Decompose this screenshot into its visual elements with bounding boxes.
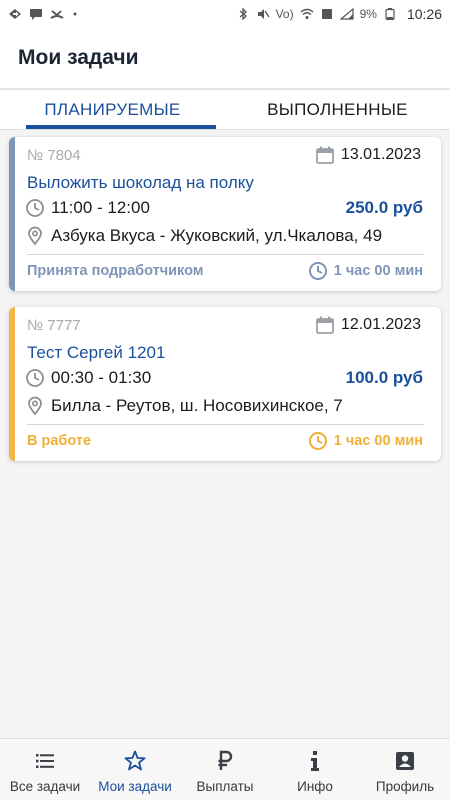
clock-time: 10:26	[406, 6, 442, 22]
task-price: 250.0 руб	[345, 198, 423, 217]
battery-icon	[383, 8, 397, 20]
task-time: 11:00 - 12:00	[51, 198, 150, 217]
bottom-navigation: Все задачи Мои задачи Выплаты Инфо Профи…	[0, 738, 450, 800]
task-number: № 7804	[27, 147, 81, 164]
ruble-icon	[213, 749, 237, 773]
task-time-row: 00:30 - 01:30 100.0 руб	[25, 368, 423, 388]
task-title: Выложить шоколад на полку	[27, 173, 254, 192]
notification-dot-icon	[71, 8, 85, 20]
nav-label: Мои задачи	[98, 779, 172, 794]
nav-label: Инфо	[297, 779, 333, 794]
list-icon	[33, 749, 57, 773]
task-address-row: Билла - Реутов, ш. Носовихинское, 7	[25, 396, 423, 416]
status-right-icons: Vo) 9% 10:26	[236, 6, 442, 22]
task-address-row: Азбука Вкуса - Жуковский, ул.Чкалова, 49	[25, 226, 423, 246]
location-pin-icon	[25, 396, 45, 416]
card-accent-bar	[9, 307, 15, 461]
nav-my-tasks[interactable]: Мои задачи	[90, 739, 180, 800]
message-icon	[29, 8, 43, 20]
nav-all-tasks[interactable]: Все задачи	[0, 739, 90, 800]
task-date-text: 12.01.2023	[340, 316, 421, 333]
nav-info[interactable]: Инфо	[270, 739, 360, 800]
status-left-icons	[8, 8, 85, 20]
task-date: 12.01.2023	[315, 315, 421, 335]
task-duration-text: 1 час 00 мин	[333, 263, 423, 279]
task-duration-text: 1 час 00 мин	[333, 433, 423, 449]
task-title: Тест Сергей 1201	[27, 343, 166, 362]
task-footer: В работе 1 час 00 мин	[27, 431, 423, 451]
volte-label: Vo)	[275, 7, 294, 21]
tab-completed[interactable]: ВЫПОЛНЕННЫЕ	[225, 90, 450, 129]
nav-profile[interactable]: Профиль	[360, 739, 450, 800]
wifi-icon	[300, 8, 314, 20]
task-date: 13.01.2023	[315, 145, 421, 165]
task-address: Азбука Вкуса - Жуковский, ул.Чкалова, 49	[51, 226, 383, 245]
profile-icon	[393, 749, 417, 773]
card-divider	[27, 254, 424, 255]
battery-percent: 9%	[359, 7, 377, 21]
task-time-row: 11:00 - 12:00 250.0 руб	[25, 198, 423, 218]
app-header: Мои задачи	[0, 28, 450, 88]
info-icon	[303, 749, 327, 773]
calendar-icon	[315, 145, 335, 165]
clock-icon	[25, 198, 45, 218]
task-price: 100.0 руб	[345, 368, 423, 387]
task-date-text: 13.01.2023	[340, 146, 421, 163]
task-time: 00:30 - 01:30	[51, 368, 152, 387]
nav-label: Выплаты	[196, 779, 254, 794]
signal-icon	[339, 8, 354, 20]
card-accent-bar	[9, 137, 15, 291]
task-tabs: ПЛАНИРУЕМЫЕ ВЫПОЛНЕННЫЕ	[0, 90, 450, 130]
task-status: Принята подработчиком	[27, 263, 204, 279]
status-bar: Vo) 9% 10:26	[0, 0, 450, 28]
missed-call-icon	[50, 8, 64, 20]
location-pin-icon	[25, 226, 45, 246]
calendar-icon	[315, 315, 335, 335]
navigation-arrow-icon	[8, 8, 22, 20]
nav-payments[interactable]: Выплаты	[180, 739, 270, 800]
task-number: № 7777	[27, 317, 81, 334]
task-card[interactable]: № 7777 12.01.2023 Тест Сергей 1201 00:30…	[9, 307, 441, 461]
task-duration: 1 час 00 мин	[308, 431, 423, 451]
task-address: Билла - Реутов, ш. Носовихинское, 7	[51, 396, 343, 415]
star-icon	[123, 749, 147, 773]
task-status: В работе	[27, 433, 92, 449]
task-card[interactable]: № 7804 13.01.2023 Выложить шоколад на по…	[9, 137, 441, 291]
card-divider	[27, 424, 424, 425]
task-footer: Принята подработчиком 1 час 00 мин	[27, 261, 423, 281]
duration-clock-icon	[308, 261, 328, 281]
duration-clock-icon	[308, 431, 328, 451]
nav-label: Все задачи	[9, 779, 81, 794]
tab-planned[interactable]: ПЛАНИРУЕМЫЕ	[0, 90, 225, 129]
bluetooth-icon	[236, 8, 250, 20]
task-duration: 1 час 00 мин	[308, 261, 423, 281]
clock-icon	[25, 368, 45, 388]
nav-label: Профиль	[375, 779, 435, 794]
mute-icon	[256, 8, 270, 20]
sim-icon	[320, 8, 334, 20]
page-title: Мои задачи	[18, 46, 139, 69]
